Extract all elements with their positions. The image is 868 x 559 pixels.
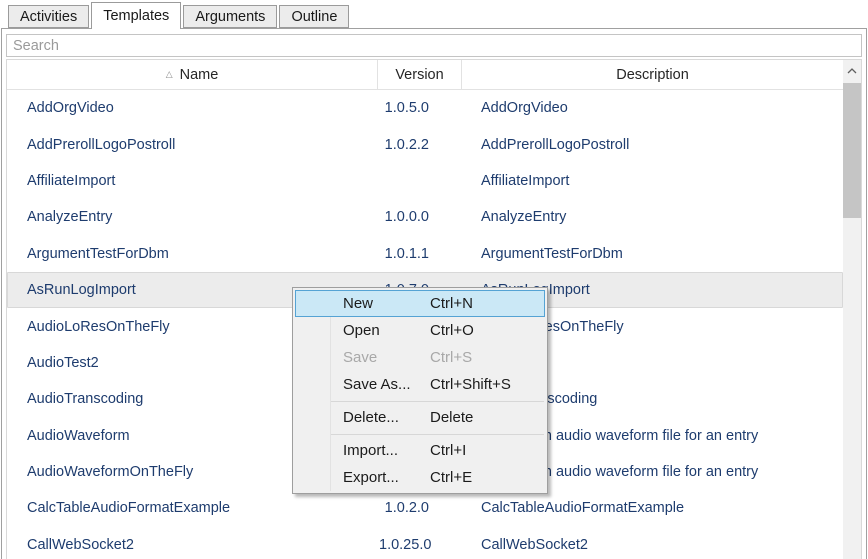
template-description: AnalyzeEntry [463, 209, 842, 225]
template-version: 1.0.25.0 [379, 537, 463, 553]
chevron-up-icon [847, 68, 857, 74]
menu-item-label: Open [343, 322, 430, 339]
context-menu: New Ctrl+N Open Ctrl+O Save Ctrl+S Save … [292, 287, 548, 494]
template-version: 1.0.2.2 [379, 137, 463, 153]
column-header-name[interactable]: △ Name [7, 60, 378, 89]
menu-item-import[interactable]: Import... Ctrl+I [295, 437, 545, 464]
templates-manager-window: Activities Templates Arguments Outline △… [0, 0, 868, 559]
menu-item-new[interactable]: New Ctrl+N [295, 290, 545, 317]
menu-item-label: Import... [343, 442, 430, 459]
menu-item-shortcut: Delete [430, 409, 544, 426]
menu-item-label: Export... [343, 469, 430, 486]
menu-item-shortcut: Ctrl+Shift+S [430, 376, 544, 393]
tab-strip: Activities Templates Arguments Outline [0, 0, 868, 28]
menu-item-open[interactable]: Open Ctrl+O [295, 317, 545, 344]
column-header-label: Name [180, 67, 219, 83]
template-description: AffiliateImport [463, 173, 842, 189]
template-name: CallWebSocket2 [8, 537, 379, 553]
column-header-label: Description [616, 67, 689, 83]
menu-item-save-as[interactable]: Save As... Ctrl+Shift+S [295, 371, 545, 398]
tab-activities[interactable]: Activities [8, 5, 89, 28]
template-version: 1.0.0.0 [379, 209, 463, 225]
template-description: AddOrgVideo [463, 100, 842, 116]
menu-item-export[interactable]: Export... Ctrl+E [295, 464, 545, 491]
sort-ascending-icon: △ [166, 70, 173, 79]
scroll-up-button[interactable] [843, 60, 861, 81]
menu-item-shortcut: Ctrl+E [430, 469, 544, 486]
template-name: AffiliateImport [8, 173, 379, 189]
table-row[interactable]: ArgumentTestForDbm 1.0.1.1 ArgumentTestF… [7, 236, 843, 272]
menu-item-delete[interactable]: Delete... Delete [295, 404, 545, 431]
template-description: CalcTableAudioFormatExample [463, 500, 842, 516]
template-name: ArgumentTestForDbm [8, 246, 379, 262]
table-row[interactable]: CalcTableAudioFormatExample 1.0.2.0 Calc… [7, 490, 843, 526]
menu-item-shortcut: Ctrl+O [430, 322, 544, 339]
search-input[interactable] [6, 34, 862, 57]
vertical-scrollbar[interactable] [843, 60, 861, 559]
tab-templates[interactable]: Templates [91, 2, 181, 29]
table-row[interactable]: AddPrerollLogoPostroll 1.0.2.2 AddPrerol… [7, 126, 843, 162]
menu-item-save[interactable]: Save Ctrl+S [295, 344, 545, 371]
table-row[interactable]: AddOrgVideo 1.0.5.0 AddOrgVideo [7, 90, 843, 126]
table-row[interactable]: AnalyzeEntry 1.0.0.0 AnalyzeEntry [7, 199, 843, 235]
template-name: AnalyzeEntry [8, 209, 379, 225]
menu-item-label: New [343, 295, 430, 312]
template-name: AddOrgVideo [8, 100, 379, 116]
column-header-label: Version [395, 67, 443, 83]
menu-item-shortcut: Ctrl+I [430, 442, 544, 459]
column-header-description[interactable]: Description [462, 60, 843, 89]
menu-item-label: Save As... [343, 376, 430, 393]
template-version: 1.0.5.0 [379, 100, 463, 116]
scrollbar-thumb[interactable] [843, 83, 861, 218]
template-version: 1.0.1.1 [379, 246, 463, 262]
template-description: AddPrerollLogoPostroll [463, 137, 842, 153]
column-header-version[interactable]: Version [378, 60, 462, 89]
menu-item-shortcut: Ctrl+N [430, 295, 544, 312]
menu-item-label: Delete... [343, 409, 430, 426]
table-row[interactable]: AffiliateImport AffiliateImport [7, 163, 843, 199]
template-description: ArgumentTestForDbm [463, 246, 842, 262]
template-name: CalcTableAudioFormatExample [8, 500, 379, 516]
tab-arguments[interactable]: Arguments [183, 5, 277, 28]
grid-header: △ Name Version Description [7, 60, 843, 90]
menu-item-shortcut: Ctrl+S [430, 349, 544, 366]
table-row[interactable]: CallWebSocket2 1.0.25.0 CallWebSocket2 [7, 527, 843, 559]
template-name: AddPrerollLogoPostroll [8, 137, 379, 153]
menu-item-label: Save [343, 349, 430, 366]
template-description: CallWebSocket2 [463, 537, 842, 553]
tab-outline[interactable]: Outline [279, 5, 349, 28]
template-version: 1.0.2.0 [379, 500, 463, 516]
